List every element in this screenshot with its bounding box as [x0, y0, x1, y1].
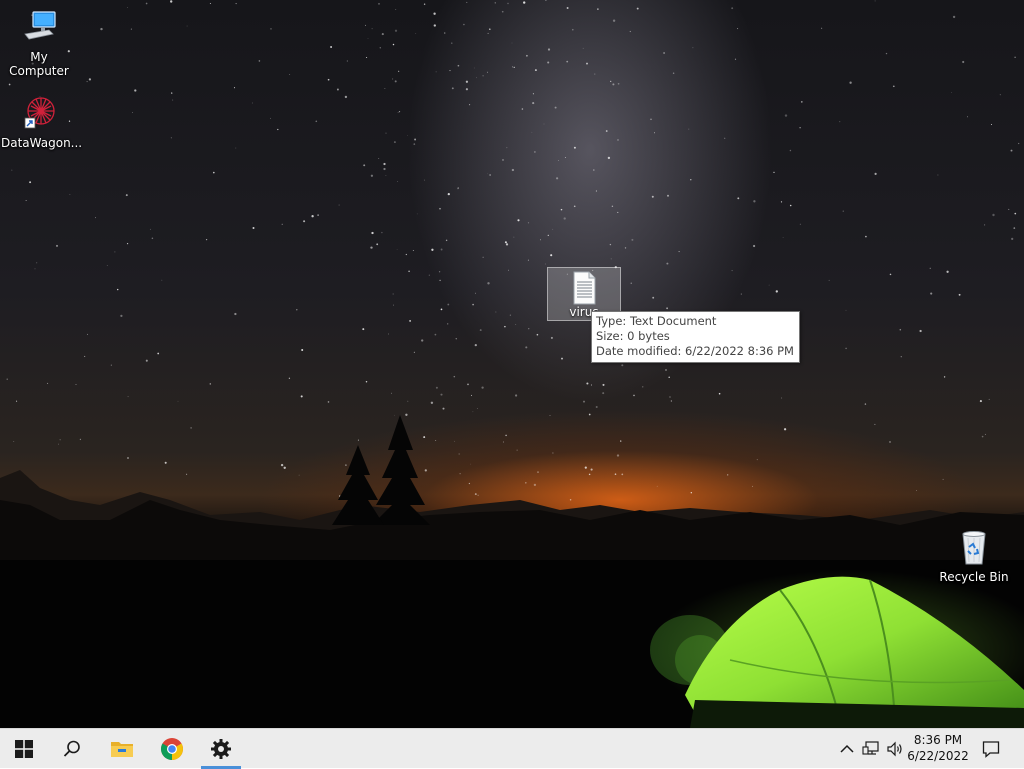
clock-time: 8:36 PM: [913, 733, 963, 747]
network-button[interactable]: [861, 739, 881, 759]
desktop[interactable]: My Computer DataWagon... Recycle Bin vir…: [0, 0, 1024, 728]
computer-icon: [24, 11, 56, 40]
chrome-button[interactable]: [148, 729, 196, 769]
file-explorer-icon: [111, 742, 133, 757]
action-center-icon: [982, 741, 1000, 758]
start-button[interactable]: [0, 729, 48, 769]
search-button[interactable]: [48, 729, 96, 769]
windows-start-icon: [15, 740, 33, 758]
desktop-icon-recycle-bin[interactable]: Recycle Bin: [936, 528, 1012, 584]
volume-icon: [887, 741, 902, 757]
recycle-bin-icon: [962, 531, 986, 565]
desktop-icon-datawagon[interactable]: DataWagon...: [1, 94, 83, 150]
file-explorer-button[interactable]: [98, 729, 146, 769]
action-center-button[interactable]: [981, 739, 1001, 759]
tooltip-type: Type: Text Document: [596, 314, 717, 328]
search-icon: [63, 740, 80, 757]
show-hidden-icons-button[interactable]: [837, 739, 857, 759]
taskbar: 8:36 PM 6/22/2022: [0, 728, 1024, 769]
settings-gear-icon: [211, 739, 231, 759]
wallpaper-landscape: [0, 415, 1024, 728]
volume-button[interactable]: [885, 739, 905, 759]
datawagon-shortcut-icon: [24, 97, 55, 129]
settings-button[interactable]: [197, 729, 245, 769]
file-info-tooltip: Type: Text Document Size: 0 bytes Date m…: [591, 311, 800, 363]
tooltip-size: Size: 0 bytes: [596, 329, 670, 343]
desktop-icon-my-computer[interactable]: My Computer: [1, 8, 77, 78]
clock-date: 6/22/2022: [907, 749, 969, 763]
desktop-icon-label: My Computer: [9, 50, 69, 78]
chevron-up-icon: [840, 744, 854, 753]
taskbar-clock[interactable]: 8:36 PM 6/22/2022: [905, 732, 971, 764]
desktop-icon-label: DataWagon...: [1, 136, 83, 150]
chrome-icon: [161, 738, 183, 760]
desktop-icon-label: Recycle Bin: [939, 570, 1009, 584]
text-document-icon: [573, 271, 596, 305]
tooltip-date-modified: Date modified: 6/22/2022 8:36 PM: [596, 344, 794, 358]
network-icon: [862, 741, 879, 755]
